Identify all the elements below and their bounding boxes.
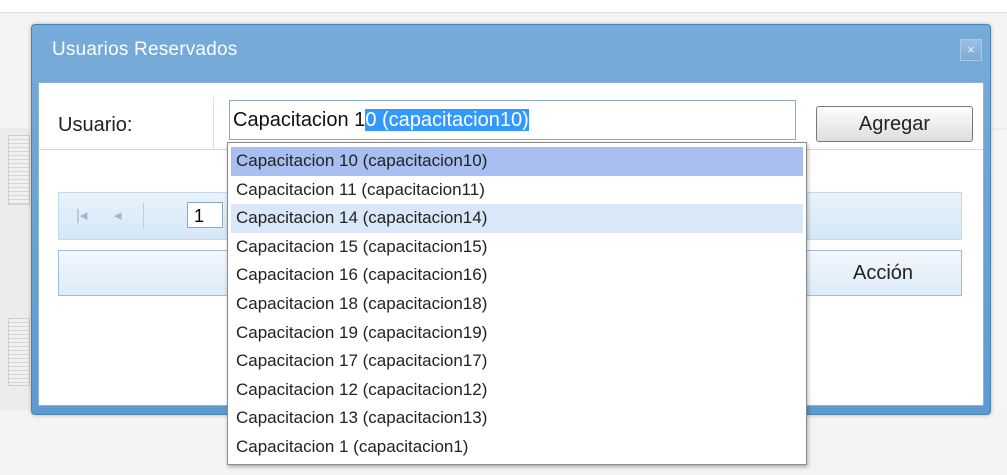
list-item[interactable]: Capacitacion 12 (capacitacion12) (231, 376, 803, 405)
first-page-icon[interactable]: |◂ (76, 206, 87, 224)
close-icon[interactable]: × (960, 39, 982, 61)
usuario-autocomplete-list: Capacitacion 10 (capacitacion10) Capacit… (227, 142, 807, 465)
list-item[interactable]: Capacitacion 11 (capacitacion11) (231, 176, 803, 205)
prev-page-icon[interactable]: ◂ (114, 206, 122, 224)
list-item[interactable]: Capacitacion 15 (capacitacion15) (231, 233, 803, 262)
agregar-button[interactable]: Agregar (816, 106, 973, 142)
list-item[interactable]: Capacitacion 13 (capacitacion13) (231, 404, 803, 433)
usuario-input-autocomplete-selection: 0 (capacitacion10) (365, 109, 529, 131)
list-item[interactable]: Capacitacion 14 (capacitacion14) (231, 204, 803, 233)
window-title: Usuarios Reservados (52, 39, 238, 60)
page-number-input[interactable]: 1 (187, 202, 223, 228)
list-item[interactable]: Capacitacion 18 (capacitacion18) (231, 290, 803, 319)
list-item[interactable]: Capacitacion 17 (capacitacion17) (231, 347, 803, 376)
background-splitter-handle[interactable] (8, 135, 30, 205)
list-item[interactable]: Capacitacion 16 (capacitacion16) (231, 261, 803, 290)
toolbar: Usuario: Capacitacion 10 (capacitacion10… (39, 83, 983, 150)
toolbar-separator (213, 97, 214, 149)
background-splitter-handle[interactable] (8, 318, 30, 386)
background-top-bar (0, 0, 1007, 13)
usuario-input-typed-text: Capacitacion 1 (233, 109, 366, 131)
usuario-label: Usuario: (58, 114, 133, 136)
list-item[interactable]: Capacitacion 10 (capacitacion10) (231, 147, 803, 176)
list-item[interactable]: Capacitacion 1 (capacitacion1) (231, 433, 803, 462)
usuario-input[interactable]: Capacitacion 10 (capacitacion10) (229, 100, 796, 140)
list-item[interactable]: Capacitacion 19 (capacitacion19) (231, 319, 803, 348)
column-header-accion[interactable]: Acción (804, 251, 961, 295)
pager-separator (143, 203, 144, 229)
